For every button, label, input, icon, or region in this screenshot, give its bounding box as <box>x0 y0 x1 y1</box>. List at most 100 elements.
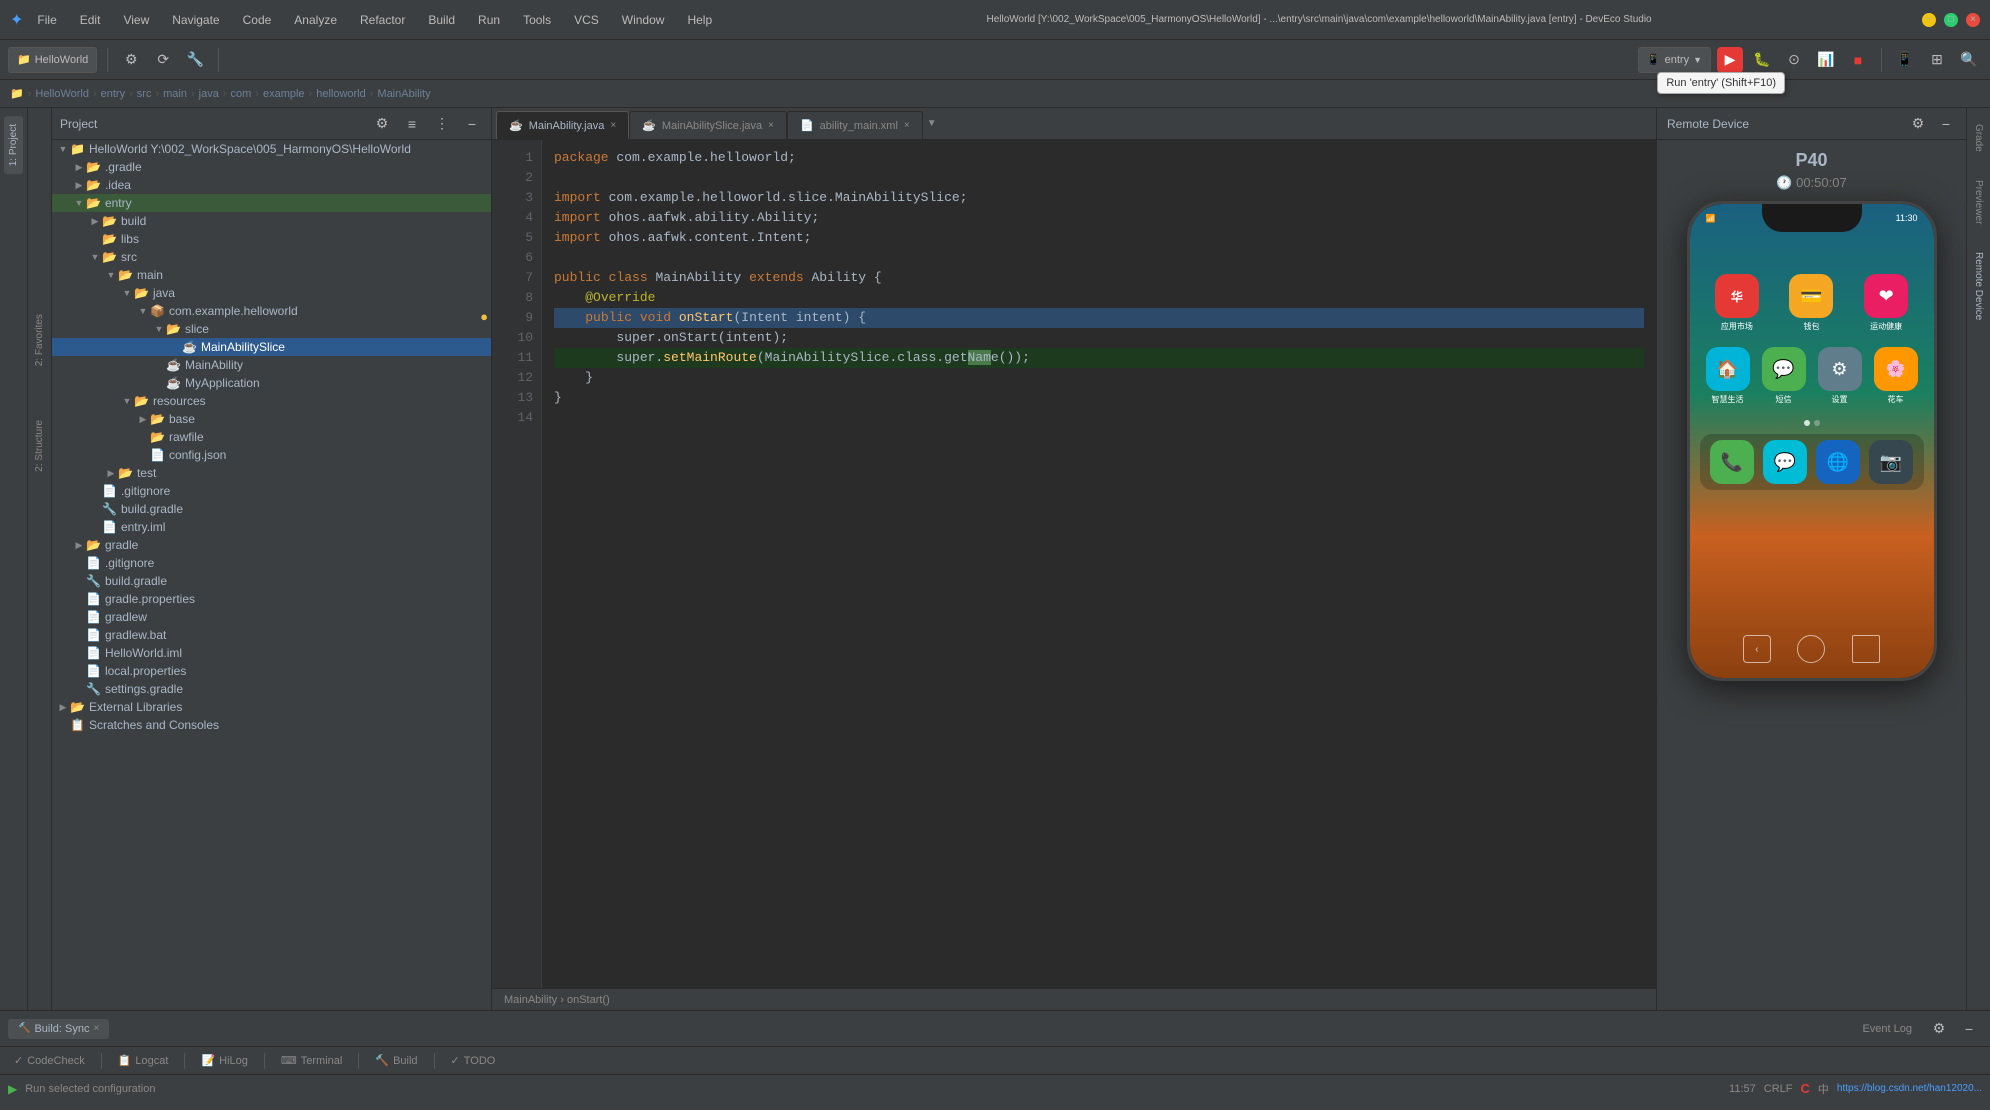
minimize-button[interactable]: − <box>1922 13 1936 27</box>
menu-code[interactable]: Code <box>239 11 276 29</box>
build-sync-tab[interactable]: 🔨 Build: Sync × <box>8 1019 109 1039</box>
menu-window[interactable]: Window <box>618 11 669 29</box>
tree-mainability-file[interactable]: ☕ MainAbility <box>52 356 491 374</box>
breadcrumb-java[interactable]: java <box>199 88 219 100</box>
device-manager-btn[interactable]: 📱 <box>1892 47 1918 73</box>
sync-icon-btn[interactable]: ⟳ <box>150 47 176 73</box>
layout-btn[interactable]: ⊞ <box>1924 47 1950 73</box>
editor-tab-xml[interactable]: 📄 ability_main.xml × <box>787 111 923 139</box>
tree-settingsgradle[interactable]: 🔧 settings.gradle <box>52 680 491 698</box>
menu-file[interactable]: File <box>33 11 60 29</box>
tree-myapp-file[interactable]: ☕ MyApplication <box>52 374 491 392</box>
build-tab-build[interactable]: 🔨 Build <box>369 1052 423 1069</box>
tree-rawfile-folder[interactable]: 📂 rawfile <box>52 428 491 446</box>
phone-back-btn[interactable]: ‹ <box>1743 635 1771 663</box>
tree-gradle-folder[interactable]: ▶ 📂 .gradle <box>52 158 491 176</box>
menu-run[interactable]: Run <box>474 11 504 29</box>
tab-previewer[interactable]: Previewer <box>1969 172 1988 232</box>
tab-close-ma[interactable]: × <box>610 120 616 131</box>
editor-tab-mainability[interactable]: ☕ MainAbility.java × <box>496 111 629 139</box>
build-tab-logcat[interactable]: 📋 Logcat <box>112 1052 175 1069</box>
build-sync-close[interactable]: × <box>93 1023 99 1034</box>
profile-button[interactable]: 📊 <box>1813 47 1839 73</box>
breadcrumb-entry[interactable]: entry <box>101 88 125 100</box>
project-settings-btn[interactable]: ⚙ <box>371 113 393 135</box>
tree-main-folder[interactable]: ▼ 📂 main <box>52 266 491 284</box>
tree-mainabilityslice-file[interactable]: ☕ MainAbilitySlice <box>52 338 491 356</box>
breadcrumb-item-0[interactable]: 📁 <box>10 87 24 100</box>
tree-config-file[interactable]: 📄 config.json <box>52 446 491 464</box>
remote-settings-btn[interactable]: ⚙ <box>1908 114 1928 134</box>
tree-gradle2-folder[interactable]: ▶ 📂 gradle <box>52 536 491 554</box>
tree-buildgradle1-file[interactable]: 🔧 build.gradle <box>52 500 491 518</box>
tree-extlibs[interactable]: ▶ 📂 External Libraries <box>52 698 491 716</box>
tree-gradlewbat[interactable]: 📄 gradlew.bat <box>52 626 491 644</box>
tree-gitignore1-file[interactable]: 📄 .gitignore <box>52 482 491 500</box>
phone-recents-btn[interactable] <box>1852 635 1880 663</box>
more-tabs-btn[interactable]: ▼ <box>927 118 937 129</box>
build-minimize-btn[interactable]: − <box>1956 1016 1982 1042</box>
tree-helloworldiml[interactable]: 📄 HelloWorld.iml <box>52 644 491 662</box>
build-settings-btn[interactable]: ⚙ <box>1926 1016 1952 1042</box>
coverage-button[interactable]: ⊙ <box>1781 47 1807 73</box>
tree-localprops[interactable]: 📄 local.properties <box>52 662 491 680</box>
tree-gradleprops[interactable]: 📄 gradle.properties <box>52 590 491 608</box>
remote-minimize-btn[interactable]: − <box>1936 114 1956 134</box>
build-tab-todo[interactable]: ✓ TODO <box>445 1052 502 1069</box>
project-actions-btn[interactable]: ⋮ <box>431 113 453 135</box>
tab-close-xml[interactable]: × <box>904 120 910 131</box>
event-log-tab[interactable]: Event Log <box>1852 1019 1922 1039</box>
tree-root[interactable]: ▼ 📁 HelloWorld Y:\002_WorkSpace\005_Harm… <box>52 140 491 158</box>
tools-icon-btn[interactable]: 🔧 <box>182 47 208 73</box>
breadcrumb-example[interactable]: example <box>263 88 305 100</box>
tab-close-mas[interactable]: × <box>768 120 774 131</box>
tab-favorites[interactable]: 2: Favorites <box>30 308 49 372</box>
close-button[interactable]: × <box>1966 13 1980 27</box>
breadcrumb-main[interactable]: main <box>163 88 187 100</box>
breadcrumb-mainability[interactable]: MainAbility <box>377 88 430 100</box>
code-content[interactable]: package com.example.helloworld; import c… <box>542 140 1656 988</box>
tree-buildgradle2[interactable]: 🔧 build.gradle <box>52 572 491 590</box>
tab-structure[interactable]: 2: Structure <box>30 414 49 478</box>
editor-tab-maslice[interactable]: ☕ MainAbilitySlice.java × <box>629 111 787 139</box>
menu-edit[interactable]: Edit <box>76 11 105 29</box>
tab-remote-device[interactable]: Remote Device <box>1969 244 1988 328</box>
build-tab-terminal[interactable]: ⌨ Terminal <box>275 1052 348 1069</box>
tree-gradlew[interactable]: 📄 gradlew <box>52 608 491 626</box>
maximize-button[interactable]: □ <box>1944 13 1958 27</box>
tree-entryiml-file[interactable]: 📄 entry.iml <box>52 518 491 536</box>
tree-build-folder[interactable]: ▶ 📂 build <box>52 212 491 230</box>
tab-project[interactable]: 1: Project <box>4 116 23 174</box>
tree-resources-folder[interactable]: ▼ 📂 resources <box>52 392 491 410</box>
menu-analyze[interactable]: Analyze <box>290 11 341 29</box>
run-config-selector[interactable]: 📱 entry ▼ <box>1638 47 1711 73</box>
breadcrumb-helloworld[interactable]: HelloWorld <box>35 88 89 100</box>
breadcrumb-src[interactable]: src <box>137 88 152 100</box>
project-sort-btn[interactable]: ≡ <box>401 113 423 135</box>
tree-slice-folder[interactable]: ▼ 📂 slice <box>52 320 491 338</box>
build-tab-hilog[interactable]: 📝 HiLog <box>195 1052 253 1069</box>
tree-java-folder[interactable]: ▼ 📂 java <box>52 284 491 302</box>
tree-entry-folder[interactable]: ▼ 📂 entry <box>52 194 491 212</box>
tree-test-folder[interactable]: ▶ 📂 test <box>52 464 491 482</box>
phone-home-btn[interactable] <box>1797 635 1825 663</box>
tree-base-folder[interactable]: ▶ 📂 base <box>52 410 491 428</box>
debug-button[interactable]: 🐛 <box>1749 47 1775 73</box>
menu-view[interactable]: View <box>119 11 153 29</box>
search-btn[interactable]: 🔍 <box>1956 47 1982 73</box>
tree-scratches[interactable]: 📋 Scratches and Consoles <box>52 716 491 734</box>
menu-help[interactable]: Help <box>683 11 716 29</box>
settings-icon-btn[interactable]: ⚙ <box>118 47 144 73</box>
menu-tools[interactable]: Tools <box>519 11 555 29</box>
tree-package-folder[interactable]: ▼ 📦 com.example.helloworld <box>52 302 491 320</box>
tree-src-folder[interactable]: ▼ 📂 src <box>52 248 491 266</box>
tree-libs-folder[interactable]: 📂 libs <box>52 230 491 248</box>
menu-vcs[interactable]: VCS <box>570 11 603 29</box>
project-minimize-btn[interactable]: − <box>461 113 483 135</box>
run-button[interactable]: ▶ <box>1717 47 1743 73</box>
project-selector[interactable]: 📁 HelloWorld <box>8 47 97 73</box>
menu-navigate[interactable]: Navigate <box>168 11 223 29</box>
breadcrumb-com[interactable]: com <box>231 88 252 100</box>
menu-build[interactable]: Build <box>424 11 459 29</box>
breadcrumb-helloworld2[interactable]: helloworld <box>316 88 366 100</box>
